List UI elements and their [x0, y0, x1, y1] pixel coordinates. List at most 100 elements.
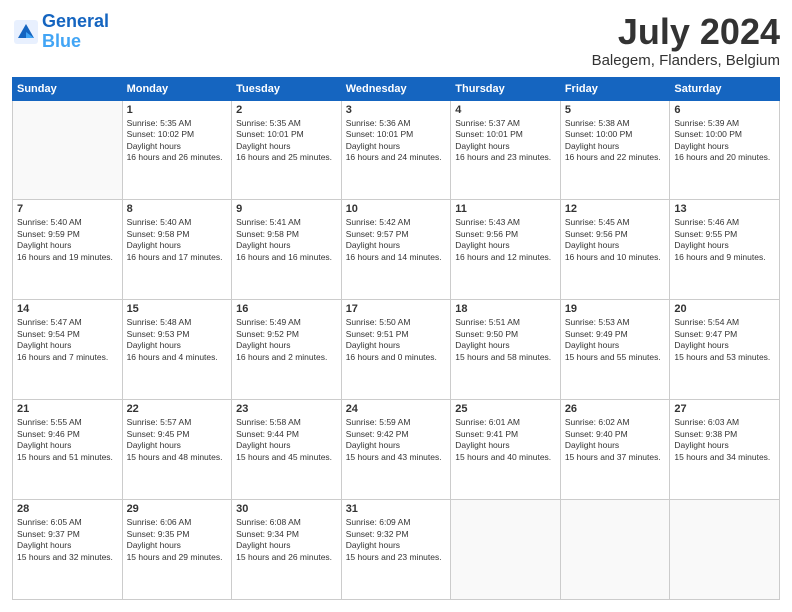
day-number: 18 [455, 303, 556, 315]
day-number: 16 [236, 303, 337, 315]
table-row: 6 Sunrise: 5:39 AMSunset: 10:00 PMDayligh… [670, 100, 780, 200]
table-row: 7 Sunrise: 5:40 AMSunset: 9:59 PMDaylight… [13, 200, 123, 300]
day-number: 6 [674, 104, 775, 116]
day-info: Sunrise: 5:58 AMSunset: 9:44 PMDaylight … [236, 417, 337, 463]
day-number: 23 [236, 403, 337, 415]
table-row: 12Sunrise: 5:45 AMSunset: 9:56 PMDayligh… [560, 200, 670, 300]
day-info: Sunrise: 6:08 AMSunset: 9:34 PMDaylight … [236, 517, 337, 563]
table-row [670, 500, 780, 600]
day-number: 19 [565, 303, 666, 315]
day-number: 12 [565, 203, 666, 215]
day-number: 14 [17, 303, 118, 315]
col-saturday: Saturday [670, 77, 780, 100]
page: General Blue July 2024 Balegem, Flanders… [0, 0, 792, 612]
day-info: Sunrise: 5:41 AMSunset: 9:58 PMDaylight … [236, 217, 337, 263]
table-row: 4 Sunrise: 5:37 AMSunset: 10:01 PMDayligh… [451, 100, 561, 200]
table-row: 25 Sunrise: 6:01 AMSunset: 9:41 PMDayligh… [451, 400, 561, 500]
day-info: Sunrise: 6:05 AMSunset: 9:37 PMDaylight … [17, 517, 118, 563]
day-number: 22 [127, 403, 228, 415]
table-row: 26 Sunrise: 6:02 AMSunset: 9:40 PMDayligh… [560, 400, 670, 500]
month-title: July 2024 [592, 12, 780, 52]
day-number: 29 [127, 503, 228, 515]
day-info: Sunrise: 5:40 AMSunset: 9:58 PMDaylight … [127, 217, 228, 263]
day-number: 3 [346, 104, 447, 116]
day-info: Sunrise: 5:54 AMSunset: 9:47 PMDaylight … [674, 317, 775, 363]
table-row: 31Sunrise: 6:09 AMSunset: 9:32 PMDayligh… [341, 500, 451, 600]
table-row: 20 Sunrise: 5:54 AMSunset: 9:47 PMDayligh… [670, 300, 780, 400]
table-row: 5Sunrise: 5:38 AMSunset: 10:00 PMDayligh… [560, 100, 670, 200]
day-info: Sunrise: 5:50 AMSunset: 9:51 PMDaylight … [346, 317, 447, 363]
day-info: Sunrise: 6:02 AMSunset: 9:40 PMDaylight … [565, 417, 666, 463]
table-row: 19 Sunrise: 5:53 AMSunset: 9:49 PMDayligh… [560, 300, 670, 400]
day-info: Sunrise: 6:01 AMSunset: 9:41 PMDaylight … [455, 417, 556, 463]
logo-icon [12, 18, 40, 46]
table-row: 28 Sunrise: 6:05 AMSunset: 9:37 PMDayligh… [13, 500, 123, 600]
day-info: Sunrise: 6:06 AMSunset: 9:35 PMDaylight … [127, 517, 228, 563]
table-row: 10 Sunrise: 5:42 AMSunset: 9:57 PMDayligh… [341, 200, 451, 300]
table-row [451, 500, 561, 600]
table-row: 30Sunrise: 6:08 AMSunset: 9:34 PMDayligh… [232, 500, 342, 600]
day-info: Sunrise: 5:51 AMSunset: 9:50 PMDaylight … [455, 317, 556, 363]
day-number: 26 [565, 403, 666, 415]
table-row [13, 100, 123, 200]
day-number: 10 [346, 203, 447, 215]
table-row: 23 Sunrise: 5:58 AMSunset: 9:44 PMDayligh… [232, 400, 342, 500]
col-sunday: Sunday [13, 77, 123, 100]
day-number: 4 [455, 104, 556, 116]
header: General Blue July 2024 Balegem, Flanders… [12, 12, 780, 69]
day-number: 25 [455, 403, 556, 415]
day-number: 1 [127, 104, 228, 116]
day-info: Sunrise: 5:48 AMSunset: 9:53 PMDaylight … [127, 317, 228, 363]
logo-general: General [42, 11, 109, 31]
calendar-table: Sunday Monday Tuesday Wednesday Thursday… [12, 77, 780, 600]
day-number: 17 [346, 303, 447, 315]
day-info: Sunrise: 5:38 AMSunset: 10:00 PMDaylight… [565, 118, 666, 164]
col-tuesday: Tuesday [232, 77, 342, 100]
col-monday: Monday [122, 77, 232, 100]
col-wednesday: Wednesday [341, 77, 451, 100]
col-thursday: Thursday [451, 77, 561, 100]
day-info: Sunrise: 5:37 AMSunset: 10:01 PMDaylight… [455, 118, 556, 164]
calendar-week-row: 14 Sunrise: 5:47 AMSunset: 9:54 PMDayligh… [13, 300, 780, 400]
logo: General Blue [12, 12, 109, 52]
day-info: Sunrise: 6:09 AMSunset: 9:32 PMDaylight … [346, 517, 447, 563]
day-number: 13 [674, 203, 775, 215]
table-row: 18 Sunrise: 5:51 AMSunset: 9:50 PMDayligh… [451, 300, 561, 400]
table-row: 29 Sunrise: 6:06 AMSunset: 9:35 PMDayligh… [122, 500, 232, 600]
day-info: Sunrise: 5:47 AMSunset: 9:54 PMDaylight … [17, 317, 118, 363]
day-info: Sunrise: 5:49 AMSunset: 9:52 PMDaylight … [236, 317, 337, 363]
day-number: 11 [455, 203, 556, 215]
day-number: 15 [127, 303, 228, 315]
day-info: Sunrise: 5:53 AMSunset: 9:49 PMDaylight … [565, 317, 666, 363]
table-row: 2 Sunrise: 5:35 AMSunset: 10:01 PMDayligh… [232, 100, 342, 200]
day-number: 2 [236, 104, 337, 116]
day-info: Sunrise: 6:03 AMSunset: 9:38 PMDaylight … [674, 417, 775, 463]
table-row: 22Sunrise: 5:57 AMSunset: 9:45 PMDayligh… [122, 400, 232, 500]
table-row: 11 Sunrise: 5:43 AMSunset: 9:56 PMDayligh… [451, 200, 561, 300]
table-row: 8Sunrise: 5:40 AMSunset: 9:58 PMDaylight… [122, 200, 232, 300]
day-number: 27 [674, 403, 775, 415]
day-number: 9 [236, 203, 337, 215]
table-row: 21Sunrise: 5:55 AMSunset: 9:46 PMDayligh… [13, 400, 123, 500]
table-row: 15 Sunrise: 5:48 AMSunset: 9:53 PMDayligh… [122, 300, 232, 400]
day-info: Sunrise: 5:39 AMSunset: 10:00 PMDaylight… [674, 118, 775, 164]
table-row: 16 Sunrise: 5:49 AMSunset: 9:52 PMDayligh… [232, 300, 342, 400]
day-number: 28 [17, 503, 118, 515]
day-info: Sunrise: 5:43 AMSunset: 9:56 PMDaylight … [455, 217, 556, 263]
day-info: Sunrise: 5:42 AMSunset: 9:57 PMDaylight … [346, 217, 447, 263]
table-row [560, 500, 670, 600]
table-row: 17 Sunrise: 5:50 AMSunset: 9:51 PMDayligh… [341, 300, 451, 400]
table-row: 13 Sunrise: 5:46 AMSunset: 9:55 PMDayligh… [670, 200, 780, 300]
day-info: Sunrise: 5:35 AMSunset: 10:01 PMDaylight… [236, 118, 337, 164]
day-info: Sunrise: 5:46 AMSunset: 9:55 PMDaylight … [674, 217, 775, 263]
logo-text: General Blue [42, 12, 109, 52]
day-number: 21 [17, 403, 118, 415]
table-row: 14 Sunrise: 5:47 AMSunset: 9:54 PMDayligh… [13, 300, 123, 400]
day-info: Sunrise: 5:40 AMSunset: 9:59 PMDaylight … [17, 217, 118, 263]
day-number: 7 [17, 203, 118, 215]
day-info: Sunrise: 5:36 AMSunset: 10:01 PMDaylight… [346, 118, 447, 164]
day-info: Sunrise: 5:35 AMSunset: 10:02 PMDaylight… [127, 118, 228, 164]
logo-blue: Blue [42, 31, 81, 51]
day-number: 20 [674, 303, 775, 315]
calendar-week-row: 21Sunrise: 5:55 AMSunset: 9:46 PMDayligh… [13, 400, 780, 500]
